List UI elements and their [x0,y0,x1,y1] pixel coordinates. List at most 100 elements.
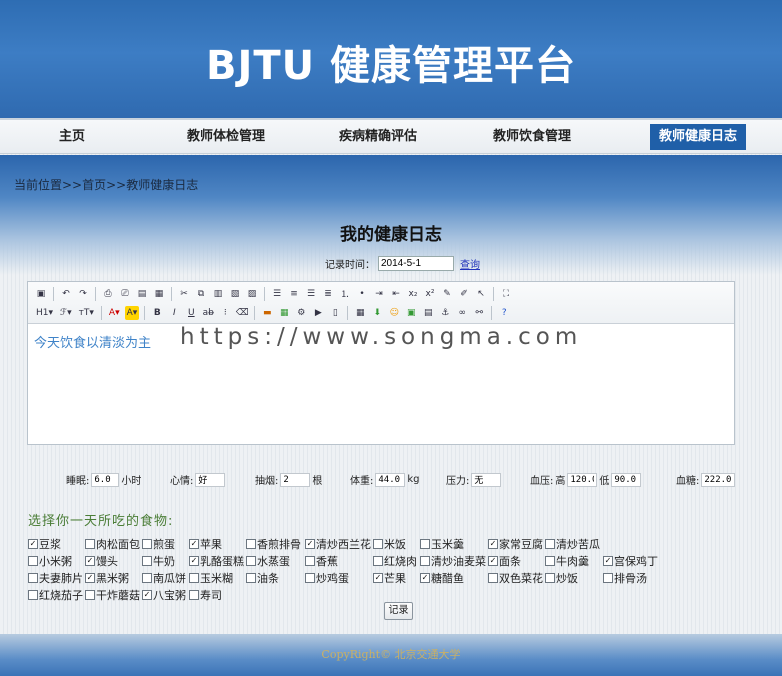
heading-dropdown[interactable]: H1 ▾ [34,306,55,320]
food-option[interactable]: 玉米糊 [189,570,233,586]
nav-disease-assessment[interactable]: 疾病精确评估 [330,124,426,150]
food-checkbox[interactable] [142,539,152,549]
flash-icon[interactable]: ⚙ [294,306,308,320]
food-checkbox[interactable]: ✓ [305,539,315,549]
food-checkbox[interactable]: ✓ [603,556,613,566]
food-option[interactable]: 炒饭 [545,570,578,586]
food-option[interactable]: ✓ 黑米粥 [85,570,129,586]
map-icon[interactable]: ▣ [404,306,418,320]
food-option[interactable]: ✓ 清炒西兰花 [305,536,371,552]
food-checkbox[interactable] [545,573,555,583]
food-option[interactable]: ✓ 乳酪蛋糕 [189,553,244,569]
food-option[interactable]: 南瓜饼 [142,570,186,586]
weight-input[interactable] [375,472,406,487]
paste-text-icon[interactable]: ▧ [228,287,242,301]
preview-icon[interactable]: ⎙ [101,287,115,301]
subscript-icon[interactable]: x₂ [406,287,420,301]
food-checkbox[interactable] [488,573,498,583]
food-option[interactable]: 干炸蘑菇 [85,587,140,603]
emoticon-icon[interactable]: ☺ [387,306,401,320]
food-checkbox[interactable] [420,556,430,566]
food-checkbox[interactable] [305,556,315,566]
fullscreen-icon[interactable]: ⛶ [499,287,513,301]
horizontal-rule-icon[interactable]: ⁝ [218,306,232,320]
table-icon[interactable]: ▦ [353,306,367,320]
superscript-icon[interactable]: x² [423,287,437,301]
food-checkbox[interactable] [246,573,256,583]
mood-input[interactable] [195,472,226,487]
food-option[interactable]: ✓ 苹果 [189,536,222,552]
image-icon[interactable]: ▬ [260,306,274,320]
undo-icon[interactable]: ↶ [59,287,73,301]
food-checkbox[interactable]: ✓ [488,556,498,566]
food-checkbox[interactable] [246,539,256,549]
pointer-icon[interactable]: ↖ [474,287,488,301]
media-icon[interactable]: ▶ [311,306,325,320]
unordered-list-icon[interactable]: • [355,287,369,301]
strikethrough-icon[interactable]: ab̶ [201,306,215,320]
food-checkbox[interactable] [28,573,38,583]
food-option[interactable]: ✓ 芒果 [373,570,406,586]
smoking-input[interactable] [280,472,311,487]
food-checkbox[interactable] [420,539,430,549]
food-option[interactable]: 小米粥 [28,553,72,569]
food-checkbox[interactable] [189,573,199,583]
date-input[interactable] [378,256,454,271]
outdent-icon[interactable]: ⇤ [389,287,403,301]
food-option[interactable]: 牛奶 [142,553,175,569]
food-option[interactable]: 清炒苦瓜 [545,536,600,552]
food-option[interactable]: 肉松面包 [85,536,140,552]
insert-file-icon[interactable]: ▯ [328,306,342,320]
ordered-list-icon[interactable]: ⒈ [338,287,352,301]
food-option[interactable]: 双色菜花 [488,570,543,586]
paste-word-icon[interactable]: ▨ [245,287,259,301]
food-checkbox[interactable] [545,556,555,566]
food-option[interactable]: 牛肉羹 [545,553,589,569]
food-checkbox[interactable] [28,556,38,566]
food-checkbox[interactable] [85,539,95,549]
food-checkbox[interactable] [189,590,199,600]
select-all-icon[interactable]: ✐ [457,287,471,301]
food-checkbox[interactable] [142,556,152,566]
food-checkbox[interactable]: ✓ [488,539,498,549]
font-family-dropdown[interactable]: ℱ ▾ [58,306,74,320]
food-option[interactable]: ✓ 宫保鸡丁 [603,553,658,569]
anchor-icon[interactable]: ▦ [152,287,166,301]
food-option[interactable]: ✓ 豆浆 [28,536,61,552]
food-checkbox[interactable] [373,539,383,549]
bp-low-input[interactable] [611,472,642,487]
blood-sugar-input[interactable] [701,472,736,487]
food-checkbox[interactable]: ✓ [189,556,199,566]
food-option[interactable]: 排骨汤 [603,570,647,586]
food-checkbox[interactable]: ✓ [420,573,430,583]
align-justify-icon[interactable]: ≣ [321,287,335,301]
query-link[interactable]: 查询 [460,256,480,271]
italic-icon[interactable]: I [167,306,181,320]
unlink-icon[interactable]: ⚯ [472,306,486,320]
print-icon[interactable]: ⎚ [118,287,132,301]
food-option[interactable]: 夫妻肺片 [28,570,83,586]
food-checkbox[interactable] [305,573,315,583]
food-checkbox[interactable] [246,556,256,566]
food-checkbox[interactable] [603,573,613,583]
food-option[interactable]: ✓ 家常豆腐 [488,536,543,552]
align-left-icon[interactable]: ☰ [270,287,284,301]
nav-home[interactable]: 主页 [40,124,104,150]
highlight-color-icon[interactable]: A▾ [124,305,140,320]
align-center-icon[interactable]: ≡ [287,287,301,301]
food-checkbox[interactable] [28,590,38,600]
food-option[interactable]: 香煎排骨 [246,536,301,552]
food-checkbox[interactable]: ✓ [373,573,383,583]
template-icon[interactable]: ▤ [135,287,149,301]
food-option[interactable]: 水蒸蛋 [246,553,290,569]
food-option[interactable]: 油条 [246,570,279,586]
source-icon[interactable]: ▣ [34,287,48,301]
food-option[interactable]: ✓ 八宝粥 [142,587,186,603]
cut-icon[interactable]: ✂ [177,287,191,301]
bold-icon[interactable]: B [150,306,164,320]
food-option[interactable]: ✓ 糖醋鱼 [420,570,464,586]
multi-image-icon[interactable]: ▦ [277,306,291,320]
font-color-icon[interactable]: A▾ [107,306,122,320]
nav-teacher-health-log[interactable]: 教师健康日志 [650,124,746,150]
food-option[interactable]: ✓ 面条 [488,553,521,569]
